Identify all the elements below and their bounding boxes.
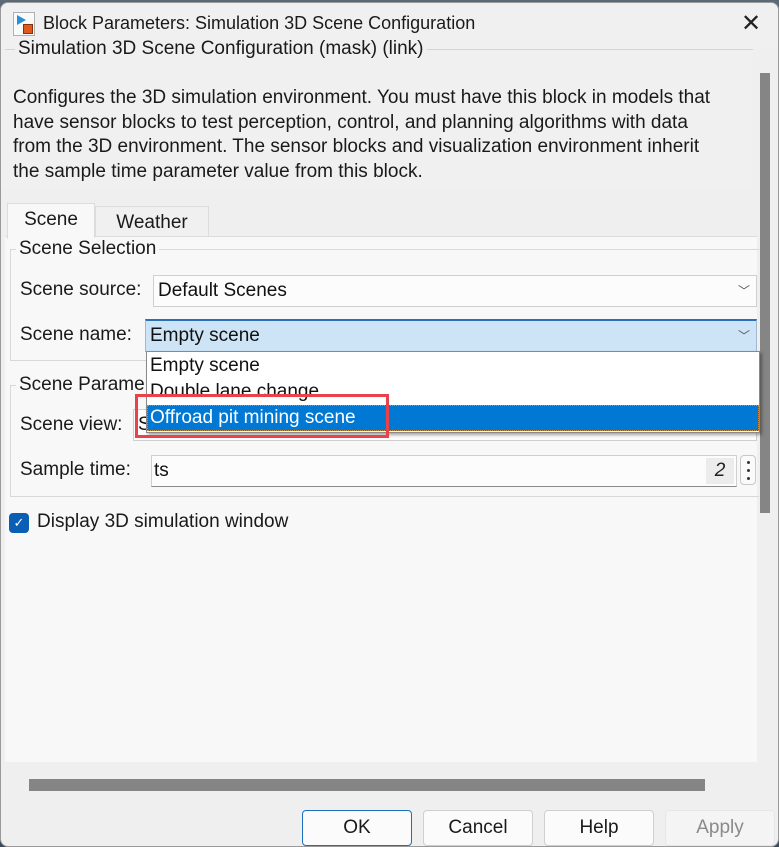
scene-selection-legend: Scene Selection	[16, 238, 160, 260]
apply-button[interactable]: Apply	[665, 810, 775, 846]
chevron-down-icon: ﹀	[737, 284, 750, 298]
more-options-button[interactable]	[740, 455, 756, 485]
scene-name-dropdown[interactable]: Empty scene ﹀	[145, 319, 757, 352]
sample-time-badge: 2	[706, 458, 734, 484]
description-line: the sample time parameter value from thi…	[13, 160, 423, 182]
block-description: Configures the 3D simulation environment…	[13, 86, 758, 184]
simulink-block-icon	[13, 12, 35, 36]
ok-button[interactable]: OK	[302, 810, 412, 846]
scene-source-label: Scene source:	[20, 279, 142, 300]
sample-time-input[interactable]: ts 2	[151, 455, 737, 487]
description-line: Configures the 3D simulation environment…	[13, 87, 711, 108]
scene-name-value: Empty scene	[150, 325, 260, 346]
mask-title: Simulation 3D Scene Configuration (mask)…	[15, 38, 427, 60]
tab-scene[interactable]: Scene	[7, 203, 95, 239]
scene-view-label: Scene view:	[20, 414, 123, 435]
cancel-button[interactable]: Cancel	[423, 810, 533, 846]
vertical-scrollbar[interactable]	[760, 73, 770, 513]
dropdown-option-empty-scene[interactable]: Empty scene	[147, 353, 759, 379]
scene-name-label: Scene name:	[20, 324, 132, 345]
chevron-down-icon: ﹀	[737, 329, 750, 343]
tab-bar: Scene Weather	[5, 203, 757, 239]
vertical-ellipsis-icon	[746, 461, 750, 464]
tab-weather[interactable]: Weather	[95, 206, 209, 237]
scene-parameters-legend: Scene Parame	[16, 374, 148, 396]
display-3d-window-checkbox[interactable]: ✓	[9, 513, 29, 533]
close-button[interactable]: ✕	[736, 9, 766, 39]
window-title: Block Parameters: Simulation 3D Scene Co…	[43, 13, 476, 33]
scene-source-dropdown[interactable]: Default Scenes ﹀	[153, 275, 757, 307]
scene-source-value: Default Scenes	[158, 280, 287, 301]
checkmark-icon: ✓	[13, 515, 25, 530]
sample-time-label: Sample time:	[20, 459, 131, 480]
block-parameters-dialog: Block Parameters: Simulation 3D Scene Co…	[0, 2, 779, 847]
horizontal-scrollbar[interactable]	[29, 779, 705, 791]
description-line: from the 3D environment. The sensor bloc…	[13, 136, 700, 157]
close-icon: ✕	[740, 10, 762, 37]
sample-time-value: ts	[154, 460, 169, 481]
help-button[interactable]: Help	[544, 810, 654, 846]
description-line: have sensor blocks to test perception, c…	[13, 111, 688, 133]
annotation-highlight-box	[135, 394, 389, 438]
display-3d-window-label: Display 3D simulation window	[37, 511, 289, 532]
